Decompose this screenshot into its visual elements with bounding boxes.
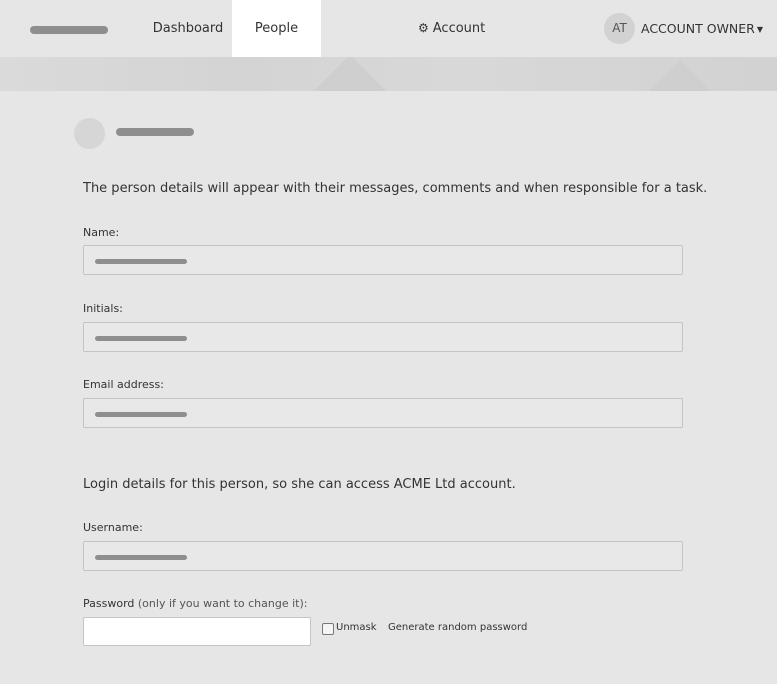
email-input[interactable]: [83, 398, 683, 428]
header-banner: [0, 57, 777, 91]
username-label: Username:: [83, 521, 143, 534]
unmask-label[interactable]: Unmask: [336, 622, 377, 633]
banner-decoration: [307, 57, 393, 91]
email-label: Email address:: [83, 378, 164, 391]
gear-icon: ⚙: [418, 21, 429, 35]
person-avatar: [74, 118, 105, 149]
nav-people[interactable]: People: [232, 0, 321, 57]
person-details-intro: The person details will appear with thei…: [83, 181, 708, 196]
app-logo[interactable]: [30, 26, 108, 34]
nav-dashboard[interactable]: Dashboard: [150, 0, 226, 57]
user-avatar[interactable]: AT: [604, 13, 635, 44]
account-owner-label: ACCOUNT OWNER: [641, 21, 755, 36]
top-navbar: Dashboard People ⚙Account administration…: [0, 0, 777, 93]
username-input[interactable]: [83, 541, 683, 571]
redacted-value: [95, 555, 187, 560]
account-owner-menu[interactable]: ACCOUNT OWNER ▼: [641, 0, 763, 57]
password-input[interactable]: [83, 617, 311, 646]
nav-account-administration[interactable]: ⚙Account administration: [418, 0, 578, 93]
banner-decoration: [637, 59, 723, 91]
redacted-value: [95, 412, 187, 417]
name-label: Name:: [83, 226, 120, 239]
redacted-value: [95, 336, 187, 341]
generate-random-password-link[interactable]: Generate random password: [388, 622, 527, 633]
initials-input[interactable]: [83, 322, 683, 352]
redacted-value: [95, 259, 187, 264]
caret-down-icon: ▼: [756, 25, 764, 34]
person-name: [116, 128, 194, 136]
name-input[interactable]: [83, 245, 683, 275]
unmask-checkbox[interactable]: [322, 623, 334, 635]
login-details-intro: Login details for this person, so she ca…: [83, 477, 516, 492]
password-hint: (only if you want to change it):: [137, 597, 308, 610]
password-label-text: Password: [83, 597, 135, 610]
password-label: Password (only if you want to change it)…: [83, 597, 307, 610]
initials-label: Initials:: [83, 302, 123, 315]
